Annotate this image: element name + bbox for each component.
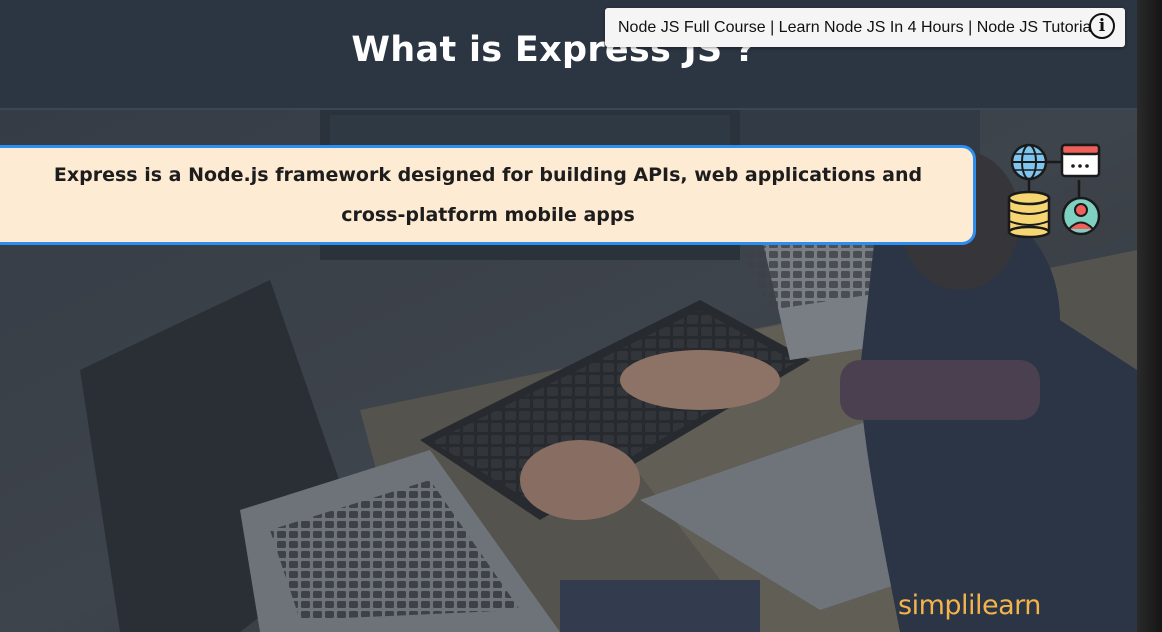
definition-line-1: Express is a Node.js framework designed … <box>53 164 923 186</box>
video-title-bar[interactable]: Node JS Full Course | Learn Node JS In 4… <box>605 8 1125 47</box>
info-icon[interactable]: i <box>1089 13 1115 39</box>
video-title[interactable]: Node JS Full Course | Learn Node JS In 4… <box>618 19 1113 37</box>
video-frame[interactable]: What is Express JS ? Express is a Node.j… <box>0 0 1137 632</box>
definition-line-2: cross-platform mobile apps <box>341 204 635 226</box>
player-side-edge <box>1137 0 1162 632</box>
network-database-user-icon <box>1007 143 1101 239</box>
definition-box: Express is a Node.js framework designed … <box>0 145 976 245</box>
simplilearn-logo: simplilearn <box>898 590 1041 621</box>
